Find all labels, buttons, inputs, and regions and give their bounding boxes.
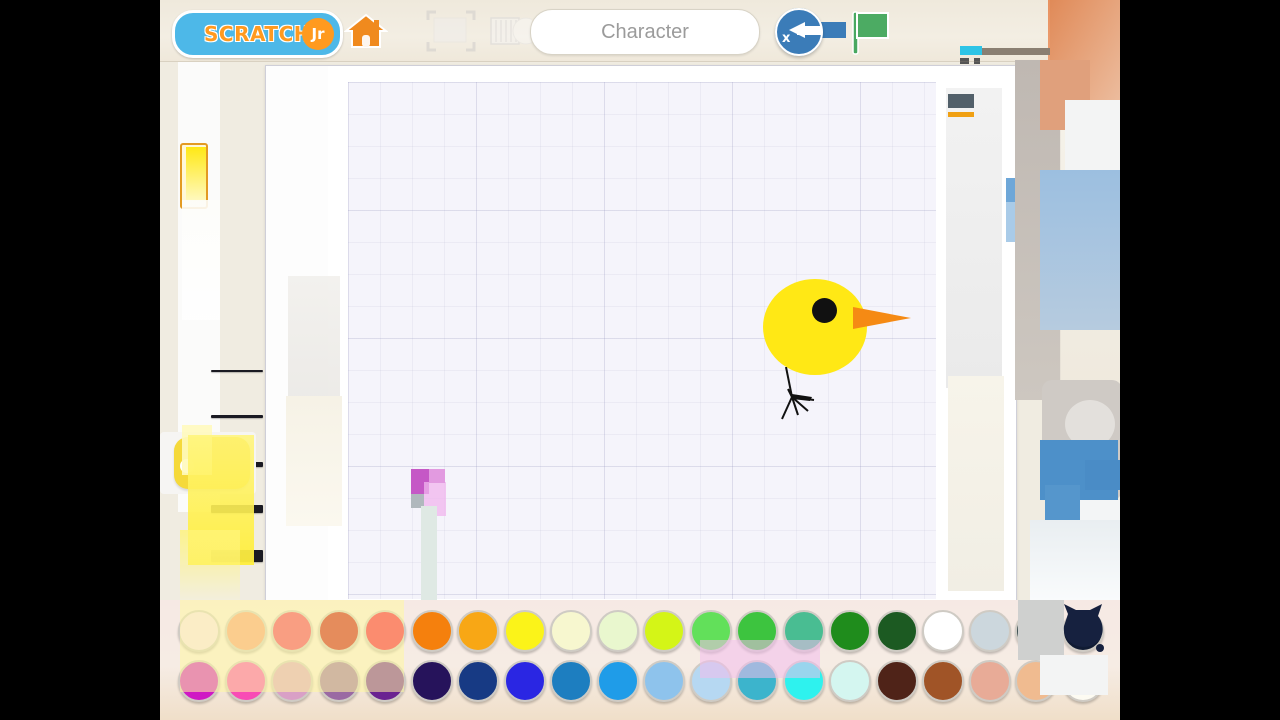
color-swatch-r2-16[interactable] [875,660,918,702]
color-swatch-r2-9[interactable] [550,660,592,702]
color-swatch-r2-17[interactable] [922,660,964,702]
color-swatch-r1-11[interactable] [643,610,685,652]
screenshot-root: SCRATCH Jr Character x [0,0,1280,720]
color-swatch-r2-15[interactable] [829,660,871,702]
color-swatch-r2-8[interactable] [503,660,546,702]
color-swatch-r1-15[interactable] [829,610,871,652]
home-icon[interactable] [343,13,389,49]
render-artifact-bar-cyan [960,46,982,55]
color-swatch-r2-18[interactable] [968,660,1011,702]
render-artifact-palette-yellow [180,600,404,692]
color-swatch-r1-9[interactable] [550,610,592,652]
color-swatch-r2-7[interactable] [457,660,499,702]
color-swatch-r1-17[interactable] [922,610,964,652]
page-grid-icon[interactable] [490,14,540,50]
color-swatch-r2-11[interactable] [643,660,685,702]
render-artifact-palette-grey [1018,600,1064,660]
stroke-width-option-2[interactable] [211,415,263,418]
character-name-placeholder: Character [601,21,689,43]
drawing-canvas-frame[interactable] [265,65,1024,606]
color-swatch-r1-7[interactable] [457,610,499,652]
top-toolbar: SCRATCH Jr Character x [160,0,1120,70]
logo-jr-label: Jr [311,25,325,43]
drawing-bird-eye [812,298,837,323]
scratchjr-logo: SCRATCH Jr [172,10,343,58]
render-artifact-side-white-a [1065,100,1120,180]
character-name-input[interactable]: Character [530,9,760,55]
scratchjr-paint-editor: SCRATCH Jr Character x [160,0,1120,720]
render-artifact-palette-white [1040,655,1108,695]
render-artifact-side-blue-c [1085,460,1120,490]
color-swatch-r2-6[interactable] [410,660,453,702]
drawing-bird-legs [781,367,815,420]
color-swatch-r1-16[interactable] [875,610,918,652]
drawing-bird-beak [853,307,911,329]
crop-select-icon[interactable] [424,8,478,56]
undo-reset-label: x [782,31,791,46]
render-artifact-dot-a [960,58,969,64]
render-artifact-teal [421,506,437,606]
color-swatch-r1-10[interactable] [596,610,639,652]
render-artifact-cat-icon [1060,604,1106,654]
render-artifact-right-grey [946,88,1002,388]
drawing-bird-body [763,279,867,375]
render-artifact-right-orange [948,112,974,117]
color-swatch-r1-18[interactable] [968,610,1011,652]
color-swatch-r1-8[interactable] [503,610,546,652]
render-artifact-canvas-beige [286,396,342,526]
render-artifact-canvas-grey [288,276,340,396]
render-artifact-side-blue-band [1040,170,1120,330]
render-artifact-right-dark [948,94,974,108]
green-flag-icon[interactable] [850,10,894,56]
logo-jr-badge: Jr [302,18,334,50]
render-artifact-right-beige [948,376,1004,591]
render-artifact-palette-pink [700,640,820,678]
color-swatch-r1-6[interactable] [410,610,453,652]
render-artifact-magenta-b [429,469,445,483]
stroke-width-option-1[interactable] [211,370,263,372]
render-artifact-yellow-c [180,530,240,600]
color-swatch-r2-10[interactable] [596,660,639,702]
render-artifact-dot-b [974,58,980,64]
render-artifact-side-white-c [1030,520,1120,600]
